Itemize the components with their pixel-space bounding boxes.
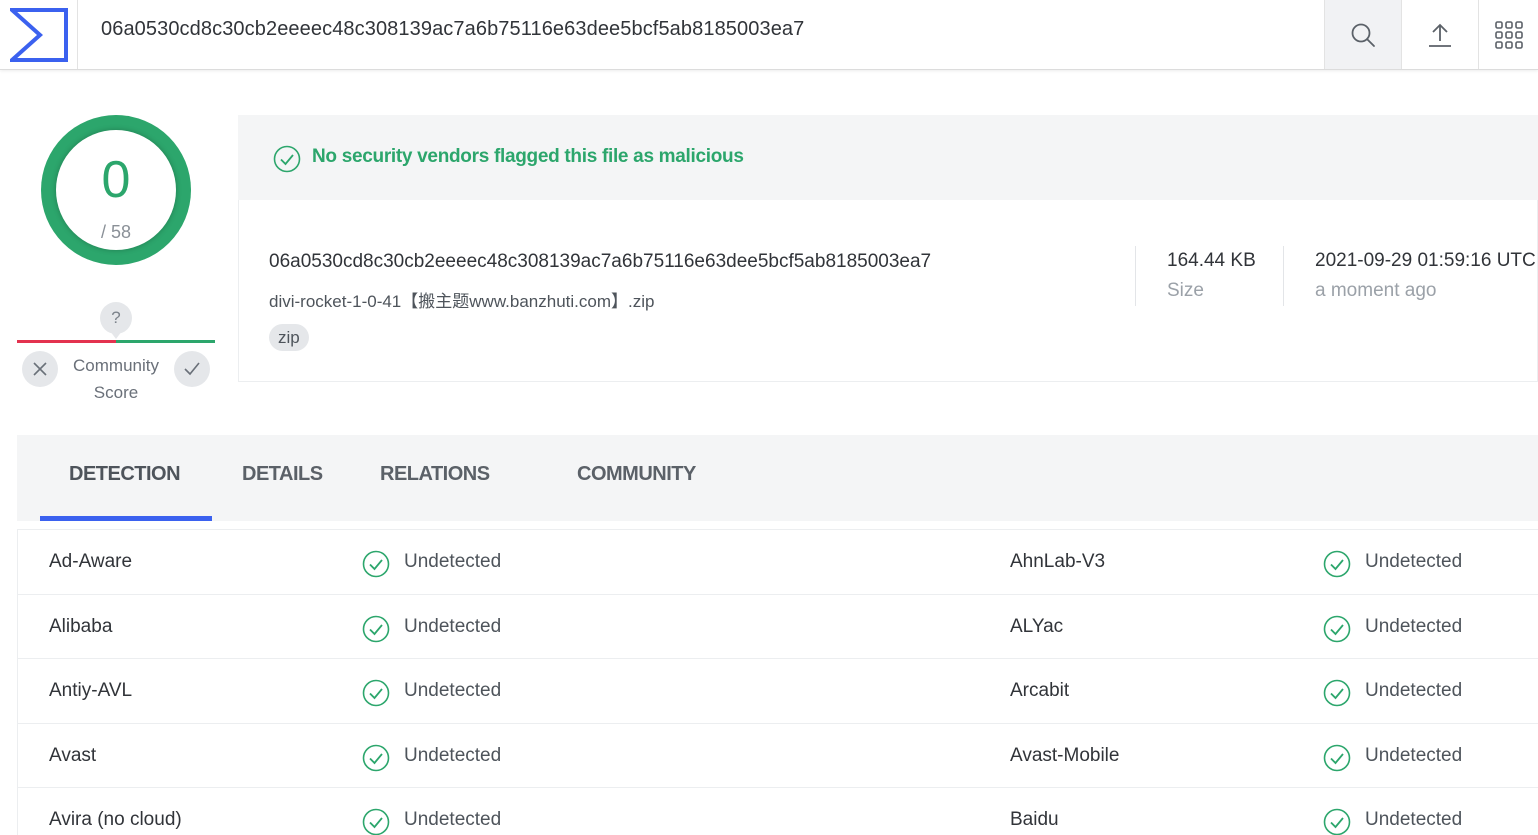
community-bar-negative [17,340,116,343]
file-type-tag[interactable]: zip [269,324,309,351]
engine-name: Ad-Aware [49,551,133,572]
engine-name: Alibaba [49,616,113,637]
community-bar-positive [116,340,215,343]
engine-name: AhnLab-V3 [1010,551,1106,572]
engine-result: Undetected [404,745,502,766]
community-score-label: Community Score [73,356,159,402]
engine-result: Undetected [404,551,502,572]
vote-harmful-button[interactable] [22,351,58,387]
file-size-label: Size [1167,280,1204,301]
check-circle-icon [362,615,390,643]
score-center: 0 / 58 [56,130,176,250]
check-circle-icon [1323,744,1351,772]
active-tab-indicator [40,516,212,521]
tab-community[interactable]: COMMUNITY [577,463,696,486]
check-circle-icon [362,744,390,772]
divider [1135,246,1136,306]
tab-details[interactable]: DETAILS [242,463,323,486]
table-row: Avast Undetected Avast-Mobile Undetected [18,723,1538,788]
engine-name: Avira (no cloud) [49,809,182,830]
search-input[interactable]: 06a0530cd8c30cb2eeeec48c308139ac7a6b7511… [101,18,804,41]
check-circle-icon [362,679,390,707]
detection-score-ring: 0 / 58 [41,115,191,265]
check-circle-icon [273,145,301,178]
engine-result: Undetected [1365,680,1463,701]
vote-harmless-button[interactable] [174,351,210,387]
engine-result: Undetected [404,680,502,701]
table-row: Alibaba Undetected ALYac Undetected [18,594,1538,659]
check-circle-icon [362,550,390,578]
engine-name: Arcabit [1010,680,1070,701]
table-row: Avira (no cloud) Undetected Baidu Undete… [18,787,1538,835]
engine-name: Avast [49,745,97,766]
check-circle-icon [1323,808,1351,835]
engine-name: Antiy-AVL [49,680,133,701]
community-score-value: ? [100,302,132,339]
upload-icon [1429,23,1451,47]
engine-name: Baidu [1010,809,1059,830]
file-size-value: 164.44 KB [1167,250,1256,271]
engine-result: Undetected [1365,551,1463,572]
tab-detection[interactable]: DETECTION [69,463,181,486]
search-button[interactable] [1324,0,1401,69]
sigma-logo-icon [9,7,68,62]
apps-grid-icon [1494,20,1523,49]
file-name: divi-rocket-1-0-41【搬主题www.banzhuti.com】.… [269,292,655,311]
tab-relations[interactable]: RELATIONS [380,463,490,486]
engine-result: Undetected [1365,809,1463,830]
close-icon [33,362,47,376]
engine-result: Undetected [404,616,502,637]
engine-result: Undetected [404,809,502,830]
table-row: Antiy-AVL Undetected Arcabit Undetected [18,658,1538,723]
apps-button[interactable] [1478,0,1538,69]
top-bar: 06a0530cd8c30cb2eeeec48c308139ac7a6b7511… [0,0,1538,70]
engine-name: ALYac [1010,616,1064,637]
detection-table: Ad-Aware Undetected AhnLab-V3 Undetected… [17,529,1538,835]
check-circle-icon [362,808,390,835]
logo[interactable] [0,0,78,69]
engine-result: Undetected [1365,745,1463,766]
divider [1283,246,1284,306]
engine-name: Avast-Mobile [1010,745,1120,766]
check-icon [184,362,200,376]
table-row: Ad-Aware Undetected AhnLab-V3 Undetected [18,529,1538,594]
upload-button[interactable] [1401,0,1478,69]
engine-total: / 58 [100,222,132,242]
search-icon [1351,23,1375,47]
analysis-date-value: 2021-09-29 01:59:16 UTC [1315,250,1536,271]
check-circle-icon [1323,550,1351,578]
check-circle-icon [1323,679,1351,707]
file-hash[interactable]: 06a0530cd8c30cb2eeeec48c308139ac7a6b7511… [269,251,931,273]
detection-count: 0 [101,151,131,209]
check-circle-icon [1323,615,1351,643]
engine-result: Undetected [1365,616,1463,637]
analysis-date-relative: a moment ago [1315,280,1437,301]
verdict-text: No security vendors flagged this file as… [312,146,744,167]
